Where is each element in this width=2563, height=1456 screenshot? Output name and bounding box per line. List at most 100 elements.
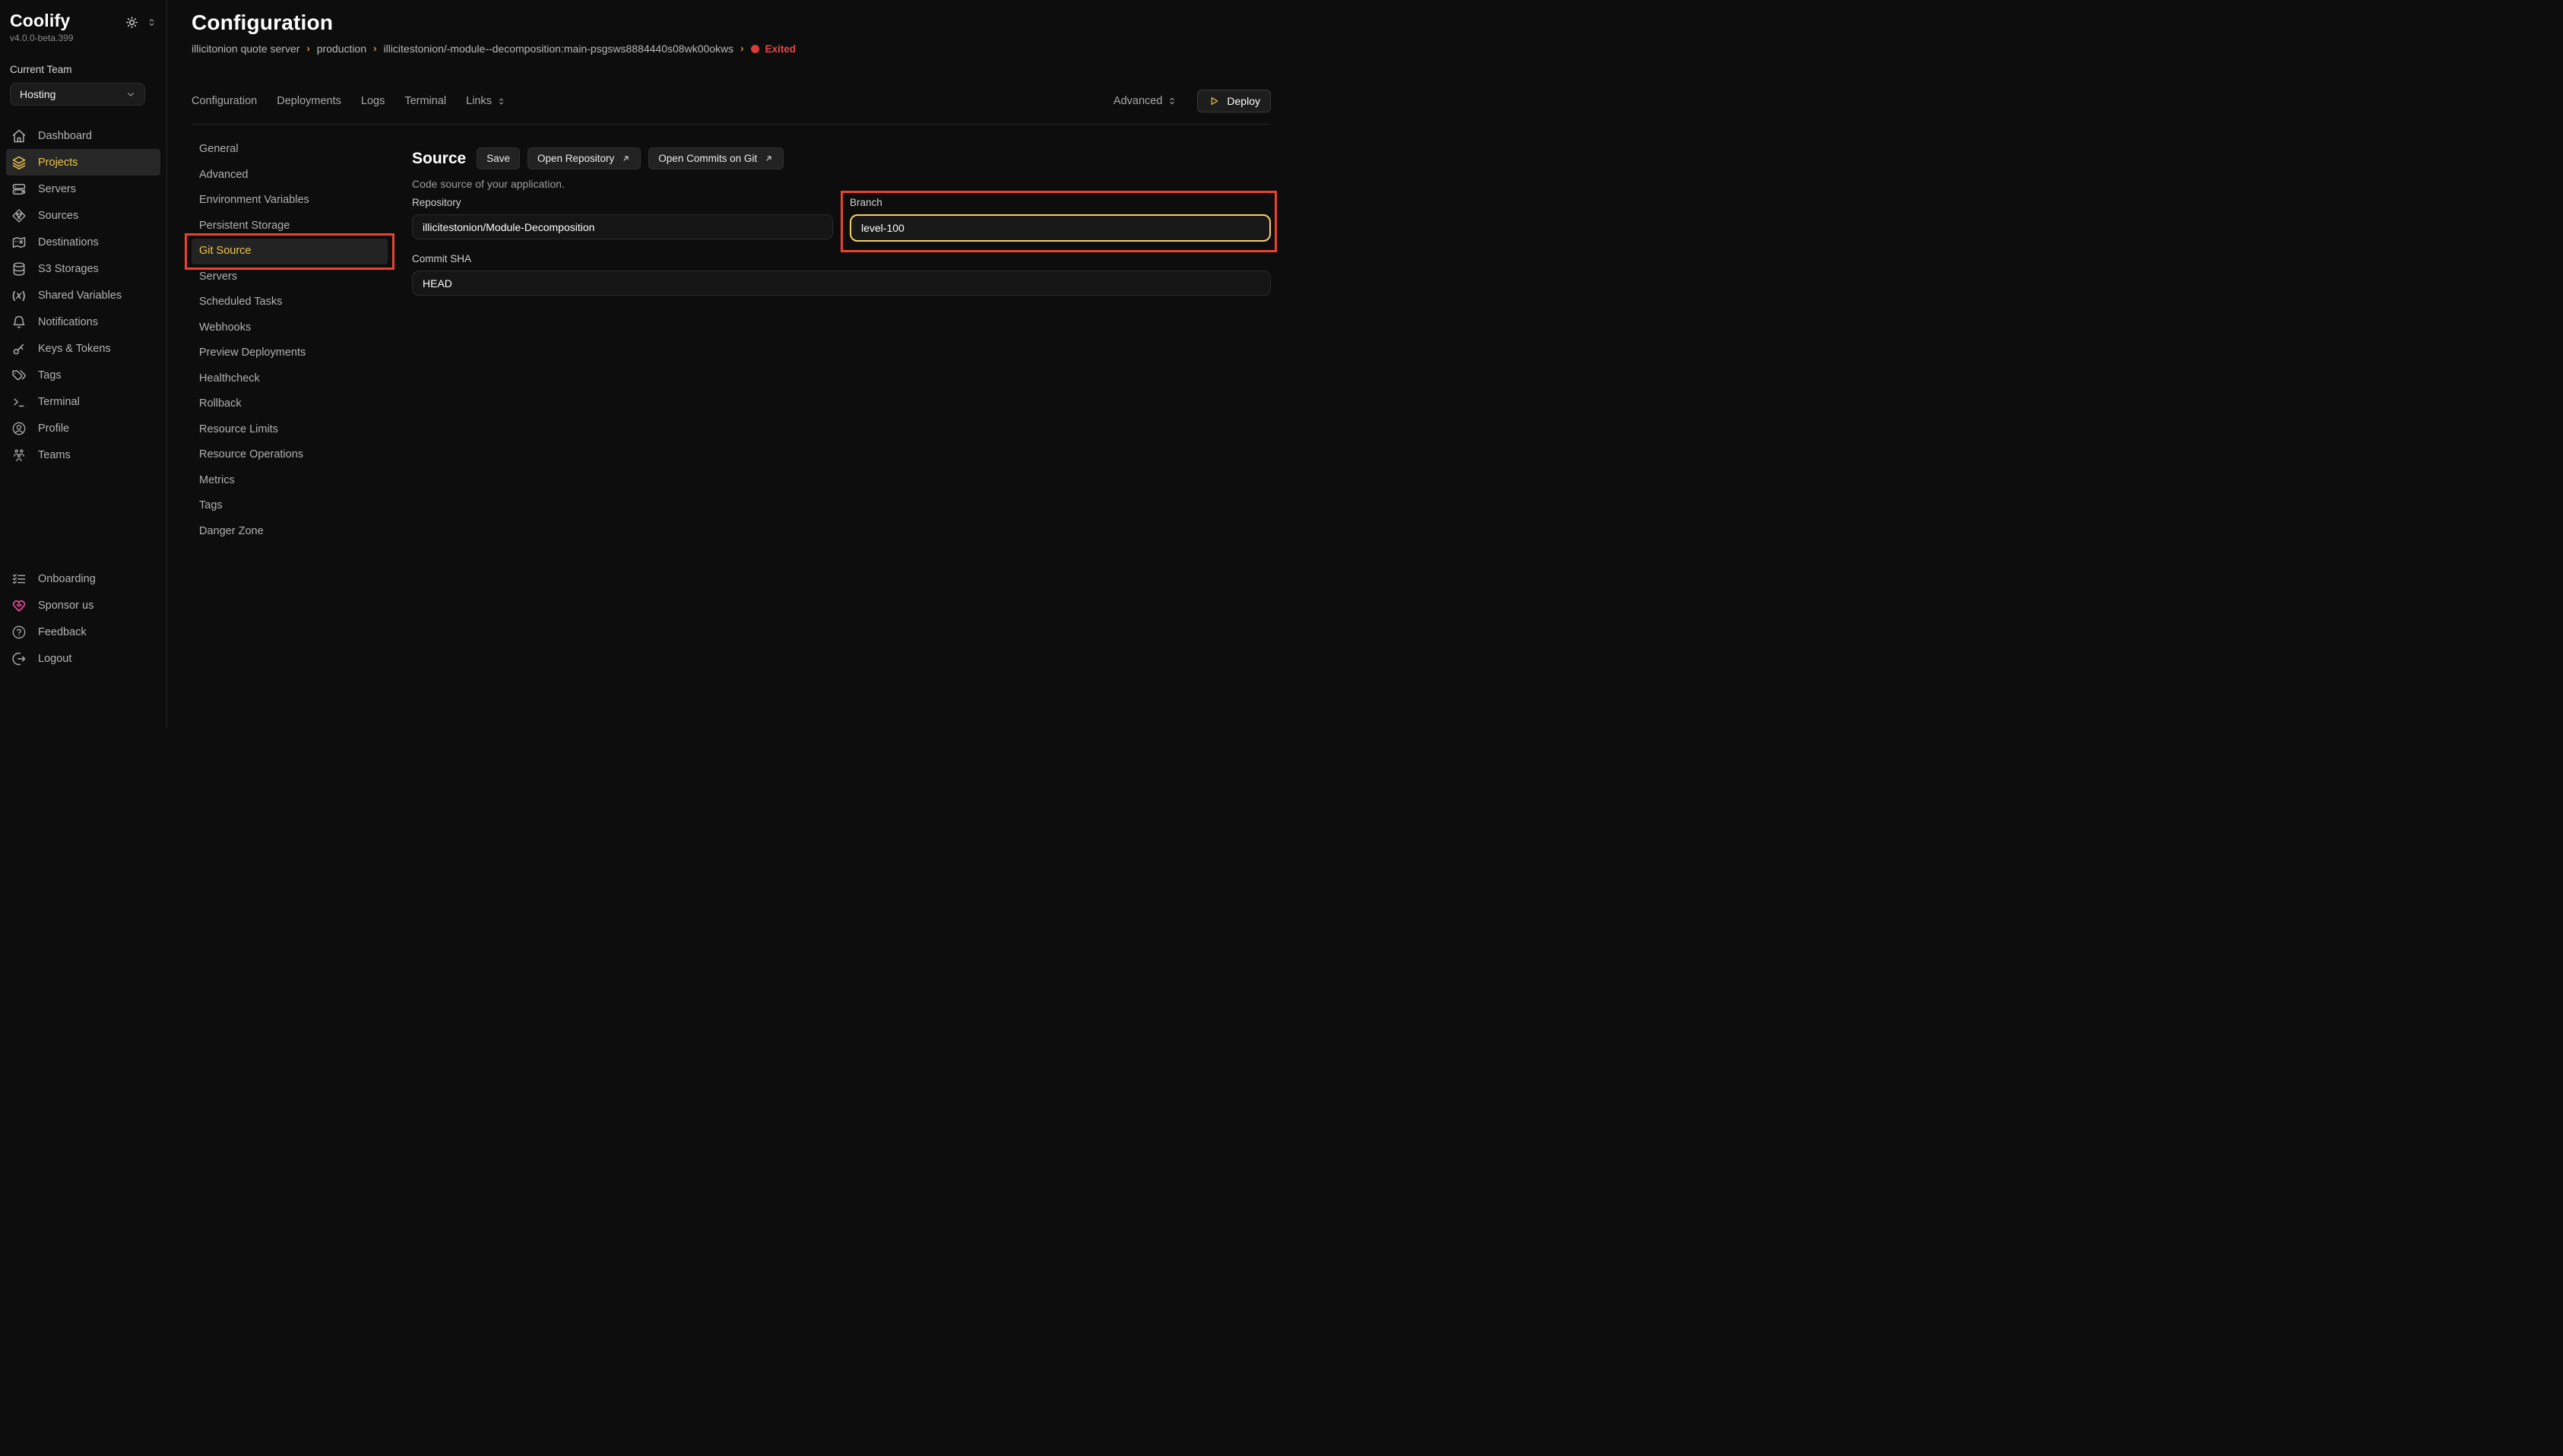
breadcrumb-environment[interactable]: production [317, 43, 366, 55]
tab-configuration[interactable]: Configuration [192, 95, 257, 107]
chevron-down-icon [125, 88, 137, 100]
user-circle-icon [11, 421, 27, 436]
chevrons-up-down-icon [496, 97, 506, 106]
open-repository-button[interactable]: Open Repository [527, 147, 641, 169]
external-link-icon [764, 154, 774, 163]
breadcrumb-resource[interactable]: illicitestonion/-module--decomposition:m… [383, 43, 733, 55]
configuration-subnav: General Advanced Environment Variables P… [192, 137, 388, 544]
subnav-item-scheduled-tasks[interactable]: Scheduled Tasks [192, 290, 388, 315]
checklist-icon [11, 571, 27, 587]
users-icon [11, 448, 27, 463]
tab-deployments[interactable]: Deployments [277, 95, 341, 107]
sidebar: Coolify v4.0.0-beta.399 Current Team Hos… [0, 0, 167, 728]
subnav-item-metrics[interactable]: Metrics [192, 468, 388, 494]
main-content: Configuration illicitonion quote server … [167, 0, 1282, 728]
theme-toggle-sun-icon[interactable] [125, 15, 139, 30]
tab-terminal[interactable]: Terminal [404, 95, 446, 107]
help-circle-icon [11, 625, 27, 640]
team-select[interactable]: Hosting [10, 83, 145, 106]
subnav-item-servers[interactable]: Servers [192, 264, 388, 290]
sidebar-item-servers[interactable]: Servers [6, 176, 160, 202]
sidebar-item-tags[interactable]: Tags [6, 362, 160, 388]
repository-label: Repository [412, 197, 833, 208]
subnav-item-advanced[interactable]: Advanced [192, 163, 388, 188]
breadcrumb-separator-icon: › [306, 43, 309, 54]
open-commits-button[interactable]: Open Commits on Git [648, 147, 784, 169]
layers-icon [11, 155, 27, 170]
sidebar-item-keys-tokens[interactable]: Keys & Tokens [6, 335, 160, 362]
app-root: Coolify v4.0.0-beta.399 Current Team Hos… [0, 0, 1282, 728]
sidebar-nav: Dashboard Projects Servers Sources Desti… [6, 122, 160, 468]
map-icon [11, 235, 27, 250]
subnav-item-general[interactable]: General [192, 137, 388, 163]
source-description: Code source of your application. [412, 178, 1271, 190]
key-icon [11, 341, 27, 356]
subnav-item-resource-limits[interactable]: Resource Limits [192, 417, 388, 443]
app-version: v4.0.0-beta.399 [6, 33, 160, 43]
commit-sha-input[interactable] [412, 271, 1271, 296]
repository-input[interactable] [412, 214, 833, 239]
subnav-item-git-source[interactable]: Git Source [192, 239, 388, 264]
sidebar-item-feedback[interactable]: Feedback [6, 619, 160, 645]
logout-icon [11, 651, 27, 666]
play-icon [1208, 95, 1220, 107]
branch-label: Branch [850, 197, 1271, 208]
tab-logs[interactable]: Logs [361, 95, 385, 107]
git-source-panel: Source Save Open Repository Open Commits… [412, 147, 1271, 296]
database-icon [11, 261, 27, 277]
sidebar-item-destinations[interactable]: Destinations [6, 229, 160, 255]
page-title: Configuration [192, 11, 1271, 35]
source-heading: Source [412, 150, 466, 168]
sidebar-item-projects[interactable]: Projects [6, 149, 160, 176]
branch-input[interactable] [850, 214, 1271, 242]
git-source-icon [11, 208, 27, 223]
advanced-dropdown[interactable]: Advanced [1114, 95, 1178, 107]
tab-links[interactable]: Links [466, 95, 506, 107]
status-badge: Exited [751, 43, 797, 55]
terminal-icon [11, 394, 27, 410]
sidebar-item-teams[interactable]: Teams [6, 442, 160, 468]
breadcrumb-separator-icon: › [740, 43, 743, 54]
breadcrumb-project[interactable]: illicitonion quote server [192, 43, 299, 55]
deploy-button[interactable]: Deploy [1197, 90, 1271, 112]
sidebar-item-terminal[interactable]: Terminal [6, 388, 160, 415]
subnav-item-danger-zone[interactable]: Danger Zone [192, 519, 388, 545]
subnav-item-resource-operations[interactable]: Resource Operations [192, 442, 388, 468]
tab-divider [192, 124, 1271, 125]
server-icon [11, 182, 27, 197]
current-team-label: Current Team [6, 64, 160, 75]
external-link-icon [621, 154, 631, 163]
heart-hands-icon [11, 598, 27, 613]
tab-bar: Configuration Deployments Logs Terminal … [192, 90, 1271, 112]
subnav-item-environment-variables[interactable]: Environment Variables [192, 188, 388, 214]
sidebar-item-shared-variables[interactable]: (x) Shared Variables [6, 282, 160, 309]
subnav-item-healthcheck[interactable]: Healthcheck [192, 366, 388, 392]
sidebar-item-onboarding[interactable]: Onboarding [6, 565, 160, 592]
bell-icon [11, 315, 27, 330]
theme-selector-chevrons-icon[interactable] [146, 17, 157, 28]
status-label: Exited [765, 43, 797, 55]
subnav-item-rollback[interactable]: Rollback [192, 391, 388, 417]
status-dot-icon [751, 45, 759, 53]
home-icon [11, 128, 27, 144]
subnav-item-preview-deployments[interactable]: Preview Deployments [192, 340, 388, 366]
save-button[interactable]: Save [477, 147, 520, 169]
sidebar-footer: Onboarding Sponsor us Feedback Logout [6, 565, 160, 716]
commit-sha-label: Commit SHA [412, 253, 1271, 264]
sidebar-item-dashboard[interactable]: Dashboard [6, 122, 160, 149]
breadcrumb: illicitonion quote server › production ›… [192, 43, 1271, 55]
sidebar-item-sources[interactable]: Sources [6, 202, 160, 229]
subnav-item-tags[interactable]: Tags [192, 493, 388, 519]
app-logo: Coolify [10, 11, 70, 31]
subnav-item-webhooks[interactable]: Webhooks [192, 315, 388, 341]
sidebar-item-sponsor-us[interactable]: Sponsor us [6, 592, 160, 619]
team-select-value: Hosting [20, 88, 55, 100]
sidebar-item-logout[interactable]: Logout [6, 645, 160, 672]
sidebar-item-s3-storages[interactable]: S3 Storages [6, 255, 160, 282]
subnav-item-persistent-storage[interactable]: Persistent Storage [192, 214, 388, 239]
sidebar-item-notifications[interactable]: Notifications [6, 309, 160, 335]
sidebar-item-profile[interactable]: Profile [6, 415, 160, 442]
chevrons-up-down-icon [1167, 96, 1177, 106]
shared-variables-icon: (x) [11, 288, 27, 303]
tags-icon [11, 368, 27, 383]
